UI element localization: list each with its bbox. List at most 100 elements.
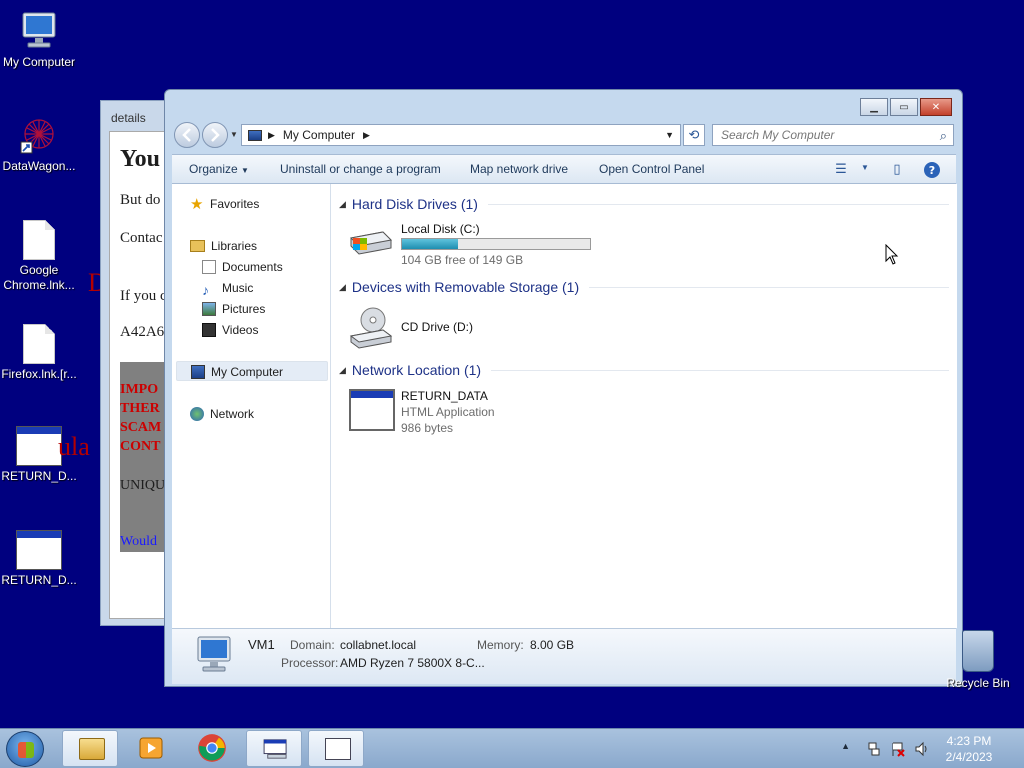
application-icon bbox=[263, 739, 287, 759]
details-line: If you c bbox=[120, 288, 167, 304]
search-input[interactable]: Search My Computer ⌕ bbox=[712, 124, 954, 146]
recycle-bin-icon bbox=[962, 630, 994, 672]
nav-libraries[interactable]: Libraries bbox=[190, 236, 257, 256]
drive-cd-d[interactable]: CD Drive (D:) bbox=[349, 306, 549, 352]
html-application-icon bbox=[16, 530, 62, 570]
view-options-dropdown-icon[interactable]: ▼ bbox=[856, 163, 874, 179]
computer-icon bbox=[191, 364, 205, 379]
desktop-icon-label: DataWagon... bbox=[2, 159, 76, 173]
group-removable-storage[interactable]: ◢ Devices with Removable Storage (1) bbox=[339, 277, 949, 297]
mouse-cursor-icon bbox=[885, 244, 899, 265]
desktop-icon-return-data-2[interactable]: RETURN_D... bbox=[0, 530, 78, 588]
start-button[interactable] bbox=[6, 731, 44, 767]
help-icon[interactable]: ? bbox=[923, 161, 941, 178]
address-bar[interactable]: ▶ My Computer ▶ ▼ bbox=[241, 124, 681, 146]
drive-free-space: 104 GB free of 149 GB bbox=[401, 253, 524, 267]
details-pane: VM1 Domain: collabnet.local Memory: 8.00… bbox=[172, 628, 956, 684]
details-line[interactable]: Would bbox=[120, 534, 157, 550]
breadcrumb-separator[interactable]: ▶ bbox=[363, 130, 370, 141]
uninstall-program-button[interactable]: Uninstall or change a program bbox=[280, 162, 441, 176]
organize-button[interactable]: Organize ▼ bbox=[189, 162, 249, 176]
details-line: Contac bbox=[120, 230, 163, 246]
content-area: ◢ Hard Disk Drives (1) Local Disk (C:) 1… bbox=[331, 184, 957, 628]
drive-local-disk-c[interactable]: Local Disk (C:) 104 GB free of 149 GB bbox=[349, 222, 609, 267]
address-dropdown-icon[interactable]: ▼ bbox=[665, 130, 674, 140]
desktop-icon-label: Recycle Bin bbox=[946, 676, 1010, 690]
html-application-icon bbox=[349, 389, 395, 431]
network-icon bbox=[190, 406, 204, 421]
close-icon: ✕ bbox=[931, 101, 941, 113]
desktop-icon-label: My Computer bbox=[2, 55, 76, 69]
group-network-location[interactable]: ◢ Network Location (1) bbox=[339, 360, 949, 380]
desktop-icon-chrome-lnk[interactable]: Google Chrome.lnk... bbox=[0, 220, 78, 293]
collapse-triangle-icon[interactable]: ◢ bbox=[339, 199, 346, 210]
back-button[interactable] bbox=[174, 122, 200, 148]
taskbar-details-window[interactable] bbox=[308, 730, 364, 767]
taskbar-explorer[interactable] bbox=[62, 730, 118, 767]
show-hidden-icons[interactable]: ▲ bbox=[841, 741, 850, 751]
videos-icon bbox=[202, 322, 216, 337]
forward-button[interactable] bbox=[202, 122, 228, 148]
change-view-icon[interactable]: ☰ bbox=[832, 161, 850, 177]
close-button[interactable]: ✕ bbox=[920, 98, 952, 116]
volume-icon[interactable] bbox=[914, 741, 930, 757]
collapse-triangle-icon[interactable]: ◢ bbox=[339, 365, 346, 376]
drive-name: Local Disk (C:) bbox=[401, 222, 480, 236]
desktop-icon-firefox-lnk[interactable]: Firefox.lnk.[r... bbox=[0, 324, 78, 382]
recent-pages-dropdown[interactable]: ▼ bbox=[230, 130, 238, 139]
desktop-icon-recycle-bin[interactable]: Recycle Bin bbox=[940, 630, 1016, 690]
maximize-button[interactable]: ▭ bbox=[890, 98, 918, 116]
nav-favorites[interactable]: ★ Favorites bbox=[190, 194, 259, 214]
action-center-icon[interactable] bbox=[890, 741, 906, 757]
open-control-panel-button[interactable]: Open Control Panel bbox=[599, 162, 704, 176]
clock-date: 2/4/2023 bbox=[945, 750, 993, 764]
clock[interactable]: 4:23 PM 2/4/2023 bbox=[934, 733, 1004, 765]
documents-icon bbox=[202, 259, 216, 274]
computer-icon bbox=[22, 12, 56, 48]
memory-label: Memory: bbox=[477, 638, 524, 652]
forward-arrow-icon bbox=[211, 128, 220, 142]
explorer-window[interactable]: ▁ ▭ ✕ ▼ ▶ My Computer ▶ ▼ ⟲ Search My Co… bbox=[164, 89, 963, 687]
details-line: A42A6 bbox=[120, 324, 165, 340]
processor-value: AMD Ryzen 7 5800X 8-C... bbox=[340, 656, 485, 670]
minimize-icon: ▁ bbox=[870, 101, 878, 113]
nav-videos[interactable]: Videos bbox=[202, 320, 258, 340]
nav-pictures[interactable]: Pictures bbox=[202, 299, 265, 319]
search-icon[interactable]: ⌕ bbox=[940, 126, 947, 146]
details-line: SCAM bbox=[120, 420, 162, 435]
libraries-icon bbox=[190, 239, 205, 252]
collapse-triangle-icon[interactable]: ◢ bbox=[339, 282, 346, 293]
details-window-title: details bbox=[111, 111, 146, 125]
computer-icon bbox=[197, 636, 231, 672]
taskbar-media-player[interactable] bbox=[122, 730, 178, 767]
disk-usage-fill bbox=[402, 239, 459, 249]
nav-network[interactable]: Network bbox=[190, 404, 254, 424]
breadcrumb-my-computer[interactable]: My Computer bbox=[283, 128, 355, 142]
map-network-drive-button[interactable]: Map network drive bbox=[470, 162, 568, 176]
taskbar: ▲ 4:23 PM 2/4/2023 bbox=[0, 728, 1024, 768]
clock-time: 4:23 PM bbox=[946, 734, 992, 748]
network-status-icon[interactable] bbox=[866, 741, 882, 757]
taskbar-hta-app[interactable] bbox=[246, 730, 302, 767]
nav-music[interactable]: ♪ Music bbox=[202, 278, 253, 298]
network-item-return-data[interactable]: RETURN_DATA HTML Application 986 bytes bbox=[349, 389, 549, 435]
details-line: THER bbox=[120, 401, 160, 416]
back-arrow-icon bbox=[182, 128, 191, 142]
group-hard-disk-drives[interactable]: ◢ Hard Disk Drives (1) bbox=[339, 194, 949, 214]
refresh-button[interactable]: ⟲ bbox=[683, 124, 705, 146]
desktop-icon-my-computer[interactable]: My Computer bbox=[0, 10, 78, 70]
pictures-icon bbox=[202, 301, 216, 316]
taskbar-chrome[interactable] bbox=[184, 730, 240, 767]
window-controls: ▁ ▭ ✕ bbox=[860, 98, 952, 116]
preview-pane-icon[interactable]: ▯ bbox=[888, 161, 906, 177]
details-line: But do bbox=[120, 192, 161, 208]
desktop-icon-datawagon[interactable]: DataWagon... bbox=[0, 114, 78, 174]
nav-my-computer[interactable]: My Computer bbox=[176, 361, 328, 381]
window-icon bbox=[325, 738, 351, 760]
document-icon bbox=[23, 220, 55, 260]
nav-documents[interactable]: Documents bbox=[202, 257, 283, 277]
minimize-button[interactable]: ▁ bbox=[860, 98, 888, 116]
command-bar: Organize ▼ Uninstall or change a program… bbox=[172, 154, 956, 184]
drive-name: CD Drive (D:) bbox=[401, 320, 473, 334]
cd-drive-icon bbox=[349, 307, 393, 349]
